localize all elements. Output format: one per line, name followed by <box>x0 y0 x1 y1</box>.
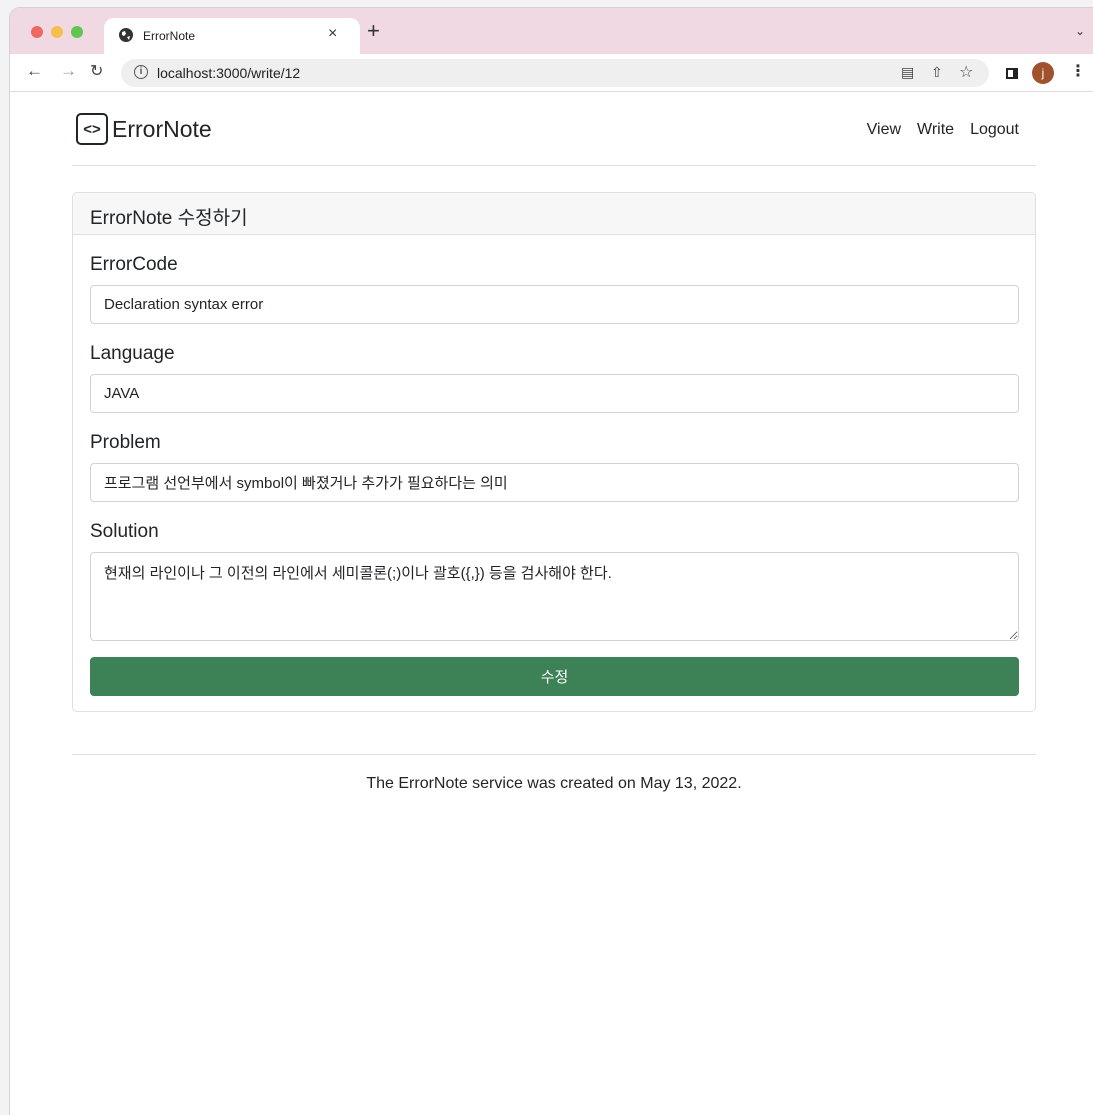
chevron-down-icon[interactable]: ⌄ <box>1075 24 1085 38</box>
problem-label: Problem <box>90 432 161 453</box>
back-arrow-icon[interactable]: ← <box>26 61 43 81</box>
profile-avatar[interactable]: j <box>1032 62 1054 84</box>
site-header: <> ErrorNote View Write Logout <box>72 92 1036 166</box>
browser-window: ErrorNote × + ⌄ ← → ↻ i localhost:3000/w… <box>10 8 1093 1115</box>
site-footer: The ErrorNote service was created on May… <box>72 754 1036 793</box>
browser-tab[interactable]: ErrorNote × <box>104 18 360 54</box>
language-label: Language <box>90 343 175 364</box>
minimize-window-button[interactable] <box>51 26 63 38</box>
forward-arrow-icon[interactable]: → <box>60 61 77 81</box>
side-panel-icon[interactable] <box>1006 68 1018 79</box>
error-code-label: ErrorCode <box>90 254 178 275</box>
nav-logout-link[interactable]: Logout <box>970 121 1019 139</box>
card-title: ErrorNote 수정하기 <box>73 193 1035 235</box>
page-content: <> ErrorNote View Write Logout ErrorNote… <box>10 92 1093 1115</box>
brand-link[interactable]: <> ErrorNote <box>76 113 212 145</box>
close-window-button[interactable] <box>31 26 43 38</box>
card-body: ErrorCode Language Problem Solution 현재의 … <box>73 254 1035 696</box>
problem-input[interactable] <box>90 463 1019 502</box>
share-icon[interactable]: ⇧ <box>931 64 943 81</box>
address-bar[interactable]: i localhost:3000/write/12 ▤ ⇧ ☆ <box>121 59 989 87</box>
nav-write-link[interactable]: Write <box>917 121 954 139</box>
reload-icon[interactable]: ↻ <box>90 61 103 81</box>
brand-name: ErrorNote <box>112 115 212 142</box>
star-icon[interactable]: ☆ <box>959 62 973 82</box>
edit-card: ErrorNote 수정하기 ErrorCode Language Proble… <box>72 192 1036 712</box>
tab-title: ErrorNote <box>143 29 196 43</box>
info-icon[interactable]: i <box>134 65 148 79</box>
translate-icon[interactable]: ▤ <box>901 64 914 81</box>
nav-view-link[interactable]: View <box>867 121 901 139</box>
main-nav: View Write Logout <box>867 121 1019 139</box>
solution-label: Solution <box>90 521 159 542</box>
browser-toolbar: ← → ↻ i localhost:3000/write/12 ▤ ⇧ ☆ j … <box>10 54 1093 92</box>
url-text[interactable]: localhost:3000/write/12 <box>157 65 300 81</box>
tab-close-icon[interactable]: × <box>328 25 337 43</box>
globe-icon <box>119 28 133 42</box>
code-brackets-icon: <> <box>76 113 108 145</box>
solution-textarea[interactable]: 현재의 라인이나 그 이전의 라인에서 세미콜론(;)이나 괄호({,}) 등을… <box>90 552 1019 641</box>
maximize-window-button[interactable] <box>71 26 83 38</box>
submit-button[interactable]: 수정 <box>90 657 1019 696</box>
language-input[interactable] <box>90 374 1019 413</box>
kebab-menu-icon[interactable]: ⋮ <box>1070 61 1086 81</box>
new-tab-button[interactable]: + <box>367 20 380 42</box>
tab-strip: ErrorNote × + ⌄ <box>10 8 1093 54</box>
error-code-input[interactable] <box>90 285 1019 324</box>
footer-text: The ErrorNote service was created on May… <box>366 775 742 792</box>
